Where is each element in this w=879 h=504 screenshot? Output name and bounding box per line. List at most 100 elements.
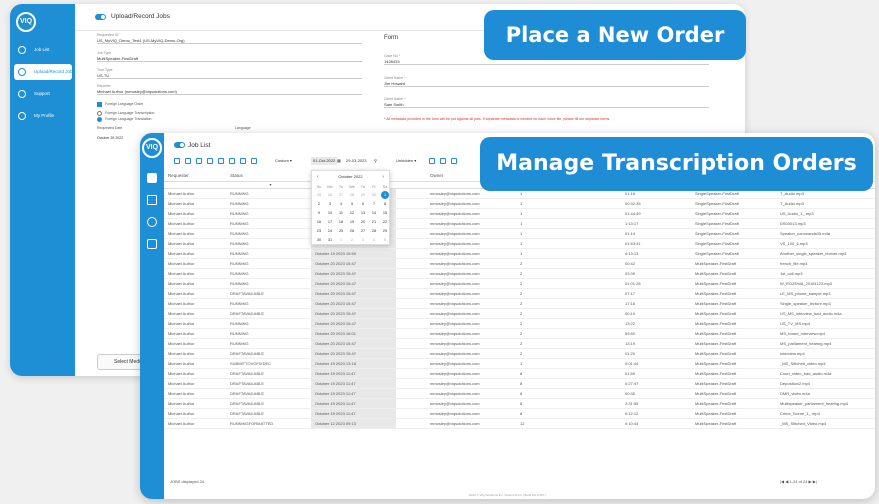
table-row[interactable]: Michael Author RUNNING October 20 2023 15:… — [164, 298, 875, 309]
calendar-view-icon[interactable] — [440, 158, 446, 164]
view-icon[interactable] — [185, 158, 191, 164]
sidebar-toggle[interactable] — [95, 14, 106, 20]
calendar-day[interactable]: 1 — [381, 191, 389, 199]
calendar-day[interactable]: 30 — [314, 236, 325, 244]
grid-icon[interactable] — [251, 158, 257, 164]
table-row[interactable]: Michael AuthorRUNNINGOctober 19 2023 15:… — [164, 248, 875, 259]
date-from-input[interactable]: 01-Oct-2022 — [311, 157, 338, 165]
table-row[interactable]: Michael AuthorRUNNINGOctober 19 2023 15:… — [164, 198, 875, 209]
table-row[interactable]: Michael Author DRAFTAVAILABLE October 19 2… — [164, 368, 875, 379]
sidebar-item-support[interactable]: Support — [10, 86, 75, 102]
requested-field[interactable]: US_MyVIQ_Demo_Test1 (US-MyVIQ-Demo-Org) — [97, 38, 362, 44]
calendar-day[interactable]: 15 — [380, 209, 391, 217]
sidebar-toggle[interactable] — [174, 142, 185, 148]
calendar-day[interactable]: 25 — [336, 227, 347, 235]
sidebar-item-upload-record[interactable]: Upload/Record Jobs — [14, 64, 75, 80]
calendar-day[interactable]: 14 — [369, 209, 380, 217]
column-header[interactable] — [396, 170, 426, 182]
reporter-field[interactable]: Michael Author (mmosley@viqsolutions.com… — [97, 89, 362, 95]
calendar-day[interactable]: 20 — [358, 218, 369, 226]
table-row[interactable]: Michael Author RUNNING October 20 2023 15:… — [164, 258, 875, 269]
calendar-day[interactable]: 31 — [325, 236, 336, 244]
table-row[interactable]: Michael Author RUNNING October 20 2023 16:… — [164, 328, 875, 339]
table-row[interactable]: Michael AuthorRUNNINGOctober 19 2023 15:… — [164, 208, 875, 219]
calendar-day[interactable]: 30 — [369, 191, 380, 199]
calendar-day[interactable]: 6 — [358, 200, 369, 208]
table-row[interactable]: Michael AuthorRUNNINGOctober 19 2023 15:… — [164, 218, 875, 229]
calendar-day[interactable]: 9 — [314, 209, 325, 217]
table-row[interactable]: Michael Author RUNNING October 20 2023 15:… — [164, 278, 875, 289]
print-icon[interactable] — [451, 158, 457, 164]
share-icon[interactable] — [229, 158, 235, 164]
column-header[interactable]: Status — [226, 170, 311, 182]
table-row[interactable]: Michael Author DRAFTAVAILABLE October 19 2… — [164, 378, 875, 389]
calendar-day[interactable]: 19 — [347, 218, 358, 226]
calendar-day[interactable]: 3 — [358, 236, 369, 244]
status-filter[interactable]: ▾ — [226, 181, 311, 189]
date-to-input[interactable]: 29-03-2023 — [346, 157, 366, 165]
calendar-day[interactable]: 2 — [347, 236, 358, 244]
calendar-day[interactable]: 23 — [314, 227, 325, 235]
calendar-day[interactable]: 4 — [336, 200, 347, 208]
pagination[interactable]: |◀ ◀ 1-24 of 24 ▶ ▶| — [780, 479, 817, 484]
sidebar-item-my-profile[interactable]: My Profile — [10, 108, 75, 124]
calendar-day[interactable]: 4 — [369, 236, 380, 244]
calendar-day[interactable]: 16 — [314, 218, 325, 226]
settings-icon[interactable] — [240, 158, 246, 164]
calendar-day[interactable]: 25 — [314, 191, 325, 199]
table-row[interactable]: Michael Author RUNNINGFORMATTED October 12… — [164, 418, 875, 429]
calendar-day[interactable]: 28 — [369, 227, 380, 235]
calendar-day[interactable]: 12 — [347, 209, 358, 217]
profile-icon[interactable] — [147, 239, 157, 249]
calendar-day[interactable]: 2 — [314, 200, 325, 208]
table-row[interactable]: Michael Author SUBMITTOVOFIXDEC October 19… — [164, 358, 875, 369]
calendar-day[interactable]: 5 — [347, 200, 358, 208]
calendar-day[interactable]: 11 — [336, 209, 347, 217]
calendar-day[interactable]: 27 — [358, 227, 369, 235]
calendar-day[interactable]: 29 — [358, 191, 369, 199]
client-name-field[interactable]: Jim Howard — [384, 81, 709, 87]
foreign-language-checkbox[interactable] — [97, 102, 102, 107]
column-header[interactable]: Requester — [164, 170, 226, 182]
calendar-day[interactable]: 10 — [325, 209, 336, 217]
table-row[interactable]: Michael Author DRAFTAVAILABLE October 19 2… — [164, 398, 875, 409]
table-row[interactable]: Michael Author DRAFTAVAILABLE October 19 2… — [164, 408, 875, 419]
document-icon[interactable] — [196, 158, 202, 164]
table-row[interactable]: Michael Author RUNNING October 20 2023 15:… — [164, 268, 875, 279]
calendar-day[interactable]: 1 — [336, 236, 347, 244]
calendar-day[interactable]: 3 — [325, 200, 336, 208]
visibility-select[interactable]: Unhidden ▾ — [396, 157, 416, 165]
client-name-2-field[interactable]: Sam Smith — [384, 102, 709, 108]
table-row[interactable]: Michael Author DRAFTAVAILABLE October 20 2… — [164, 288, 875, 299]
calendar-day[interactable]: 29 — [380, 227, 391, 235]
calendar-icon[interactable]: ▦ — [337, 157, 341, 165]
calendar-day[interactable]: 5 — [380, 236, 391, 244]
next-month-button[interactable]: › — [382, 173, 384, 181]
sidebar-item-job-list[interactable]: Job List — [10, 42, 75, 58]
calendar-day[interactable]: 26 — [325, 191, 336, 199]
edit-icon[interactable] — [207, 158, 213, 164]
calendar-day[interactable]: 7 — [369, 200, 380, 208]
job-type-field[interactable]: MultiSpeaker-FirstDraft — [97, 56, 362, 62]
table-row[interactable]: Michael Author RUNNING October 20 2023 15:… — [164, 318, 875, 329]
range-select[interactable]: Custom ▾ — [275, 157, 292, 165]
help-icon[interactable] — [147, 217, 157, 227]
requested-date-value[interactable]: October 28 2022 — [97, 136, 123, 140]
table-row[interactable]: Michael Author DRAFTAVAILABLE October 20 2… — [164, 308, 875, 319]
table-row[interactable]: Michael Author DRAFTAVAILABLE October 20 2… — [164, 348, 875, 359]
table-row[interactable]: Michael AuthorRUNNINGOctober 19 2023 15:… — [164, 228, 875, 239]
filter-icon[interactable] — [174, 158, 180, 164]
job-list-icon[interactable] — [147, 173, 157, 183]
calendar-day[interactable]: 13 — [358, 209, 369, 217]
calendar-day[interactable]: 18 — [336, 218, 347, 226]
calendar-day[interactable]: 28 — [347, 191, 358, 199]
translation-radio[interactable] — [97, 117, 102, 122]
calendar-day[interactable]: 22 — [380, 218, 391, 226]
calendar-day[interactable]: 24 — [325, 227, 336, 235]
upload-icon[interactable] — [147, 195, 157, 205]
calendar-day[interactable]: 27 — [336, 191, 347, 199]
table-row[interactable]: Michael Author RUNNING October 20 2023 15:… — [164, 338, 875, 349]
calendar-day[interactable]: 17 — [325, 218, 336, 226]
transcription-radio[interactable] — [97, 111, 102, 116]
table-row[interactable]: Michael AuthorRUNNINGOctober 19 2023 15:… — [164, 238, 875, 249]
